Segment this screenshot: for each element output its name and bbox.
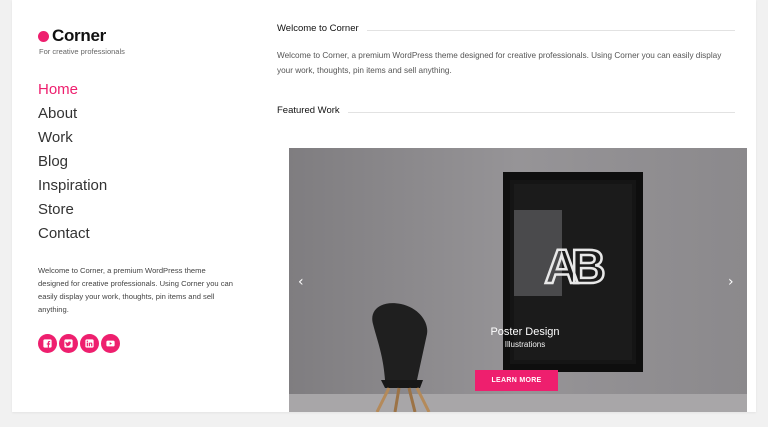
welcome-header: Welcome to Corner	[277, 23, 735, 34]
slider-next-icon[interactable]: ›	[728, 274, 734, 290]
slide-title: Poster Design	[490, 326, 560, 338]
featured-title: Featured Work	[277, 105, 340, 116]
svg-text:AB: AB	[544, 241, 604, 294]
main-nav: Home About Work Blog Inspiration Store C…	[38, 78, 248, 246]
welcome-text: Welcome to Corner, a premium WordPress t…	[277, 51, 722, 75]
welcome-divider	[366, 29, 735, 31]
social-links	[38, 334, 248, 353]
facebook-icon[interactable]	[38, 334, 57, 353]
main-content: Welcome to Corner Welcome to Corner, a p…	[277, 23, 735, 116]
welcome-title: Welcome to Corner	[277, 23, 359, 34]
featured-divider	[347, 111, 735, 113]
nav-item-store[interactable]: Store	[38, 198, 248, 222]
learn-more-button[interactable]: LEARN MORE	[475, 370, 558, 391]
nav-item-about[interactable]: About	[38, 102, 248, 126]
nav-item-blog[interactable]: Blog	[38, 150, 248, 174]
sidebar: Corner For creative professionals Home A…	[38, 26, 248, 353]
twitter-icon[interactable]	[59, 334, 78, 353]
logo-dot-icon	[38, 30, 49, 42]
sidebar-description: Welcome to Corner, a premium WordPress t…	[38, 266, 234, 314]
slide-caption: Poster Design Illustrations	[477, 326, 573, 349]
slide-subtitle: Illustrations	[504, 340, 546, 349]
youtube-icon[interactable]	[101, 334, 120, 353]
site-tagline: For creative professionals	[39, 47, 125, 56]
nav-item-inspiration[interactable]: Inspiration	[38, 174, 248, 198]
featured-header: Featured Work	[277, 105, 735, 116]
nav-item-work[interactable]: Work	[38, 126, 248, 150]
site-name: Corner	[52, 26, 106, 45]
featured-slider[interactable]: AB ‹ › Poster Design Illustrations LEARN…	[289, 148, 747, 412]
slider-prev-icon[interactable]: ‹	[298, 274, 304, 290]
nav-item-contact[interactable]: Contact	[38, 222, 248, 246]
nav-item-home[interactable]: Home	[38, 78, 248, 102]
site-logo[interactable]: Corner	[38, 26, 248, 46]
linkedin-icon[interactable]	[80, 334, 99, 353]
